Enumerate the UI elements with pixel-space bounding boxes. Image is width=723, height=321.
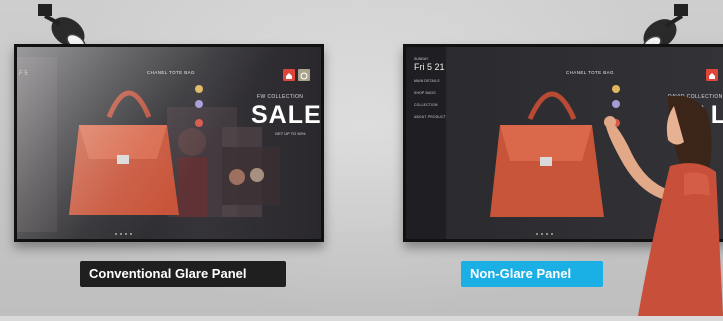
sale-subtext: GET UP TO 50%	[275, 131, 306, 136]
carousel-dots[interactable]	[536, 233, 553, 235]
sale-heading: SALE	[251, 101, 322, 129]
edge-text: F 5	[19, 71, 28, 77]
swatch-purple[interactable]	[195, 100, 203, 108]
swatch-red[interactable]	[195, 119, 203, 127]
home-icon[interactable]	[706, 69, 718, 81]
conventional-glare-label: Conventional Glare Panel	[80, 261, 286, 287]
settings-icon[interactable]	[298, 69, 310, 81]
store-background: F 5 CHANEL TOTE BAG FW COLLECTION SALE G…	[17, 47, 321, 239]
conventional-glare-screen: F 5 CHANEL TOTE BAG FW COLLECTION SALE G…	[14, 44, 324, 242]
non-glare-label: Non-Glare Panel	[461, 261, 603, 287]
home-icon[interactable]	[283, 69, 295, 81]
woman-figure	[598, 95, 723, 316]
product-header: CHANEL TOTE BAG	[566, 70, 614, 75]
carousel-dots[interactable]	[115, 233, 132, 235]
swatch-yellow[interactable]	[612, 85, 620, 93]
swatch-yellow[interactable]	[195, 85, 203, 93]
collection-label: FW COLLECTION	[257, 94, 304, 100]
product-header: CHANEL TOTE BAG	[147, 70, 195, 75]
